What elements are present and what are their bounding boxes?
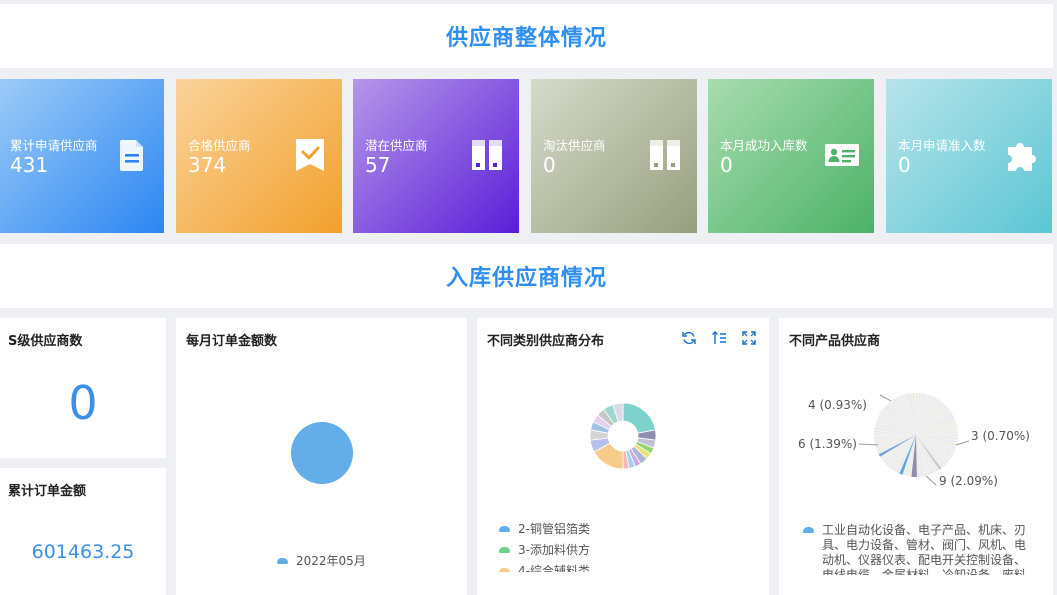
stat-label: 合格供应商 xyxy=(188,138,251,153)
category-distribution-panel: 不同类别供应商分布 2-铜管铝箔类 3-添加料供方 4-综合辅料类 xyxy=(477,318,769,595)
pie-label: 9 (2.09%) xyxy=(939,474,998,488)
total-order-panel: 累计订单金额 601463.25 xyxy=(0,468,166,595)
pie-label: 3 (0.70%) xyxy=(971,429,1030,443)
stat-label: 本月申请准入数 xyxy=(898,138,986,153)
pie-slice[interactable] xyxy=(291,422,353,484)
stat-card-eliminated[interactable]: 淘汰供应商 0 xyxy=(531,79,697,233)
overall-section-title: 供应商整体情况 xyxy=(445,26,607,51)
stat-value: 57 xyxy=(365,153,391,177)
columns-icon xyxy=(650,140,680,170)
stat-value: 0 xyxy=(543,153,556,177)
stat-card-monthly-stored[interactable]: 本月成功入库数 0 xyxy=(708,79,874,233)
legend-item[interactable]: 2022年05月 xyxy=(277,550,366,571)
stat-label: 潜在供应商 xyxy=(365,138,428,153)
pie-label-leader xyxy=(925,475,937,486)
legend-item[interactable]: 2-铜管铝箔类 xyxy=(499,518,590,539)
legend-item[interactable]: 3-添加料供方 xyxy=(499,539,590,560)
id-card-icon xyxy=(825,144,859,166)
stat-card-monthly-applied[interactable]: 本月申请准入数 0 xyxy=(886,79,1052,233)
stat-value: 374 xyxy=(188,153,227,177)
badge-check-icon xyxy=(296,139,324,171)
storage-section-banner: 入库供应商情况 xyxy=(0,244,1053,308)
total-order-amount: 601463.25 xyxy=(31,541,135,563)
s-level-count: 0 xyxy=(68,376,98,430)
monthly-order-panel: 每月订单金额数 2022年05月 xyxy=(176,318,467,595)
stat-value: 431 xyxy=(10,153,49,177)
legend-marker xyxy=(499,546,510,553)
storage-section-title: 入库供应商情况 xyxy=(445,266,607,291)
legend-label: 工业自动化设备、电子产品、机床、刃具、电力设备、管材、阀门、风机、电动机、仪器仪… xyxy=(822,523,1027,575)
pie-label-leader xyxy=(955,440,970,446)
pie-label: 4 (0.93%) xyxy=(808,398,867,412)
stat-card-potential[interactable]: 潜在供应商 57 xyxy=(353,79,519,233)
stat-card-total-applied[interactable]: 累计申请供应商 431 xyxy=(0,79,164,233)
legend-marker xyxy=(499,525,510,532)
legend-item[interactable]: 4-综合辅料类 xyxy=(499,560,590,572)
document-icon xyxy=(120,140,143,171)
stat-label: 累计申请供应商 xyxy=(10,138,98,153)
product-legend: 工业自动化设备、电子产品、机床、刃具、电力设备、管材、阀门、风机、电动机、仪器仪… xyxy=(803,523,1031,575)
pie-label-leader xyxy=(879,394,892,402)
stat-label: 淘汰供应商 xyxy=(543,138,606,153)
monthly-legend: 2022年05月 xyxy=(277,550,366,571)
legend-label: 2022年05月 xyxy=(296,554,366,568)
s-level-title: S级供应商数 xyxy=(8,334,83,349)
pie-slice[interactable] xyxy=(622,402,656,434)
overall-section-banner: 供应商整体情况 xyxy=(0,4,1053,68)
legend-label: 2-铜管铝箔类 xyxy=(518,522,590,536)
legend-marker xyxy=(277,557,288,564)
s-level-panel: S级供应商数 0 xyxy=(0,318,166,458)
stat-value: 0 xyxy=(720,153,733,177)
legend-label: 3-添加料供方 xyxy=(518,543,590,557)
stat-card-qualified[interactable]: 合格供应商 374 xyxy=(176,79,342,233)
puzzle-icon xyxy=(1008,143,1036,171)
legend-marker xyxy=(499,567,510,572)
product-supplier-panel: 不同产品供应商 4 (0.93%) 3 (0.70%) 6 (1.39%) 9 … xyxy=(779,318,1053,595)
stat-value: 0 xyxy=(898,153,911,177)
category-legend: 2-铜管铝箔类 3-添加料供方 4-综合辅料类 xyxy=(499,518,590,572)
total-order-title: 累计订单金额 xyxy=(8,484,87,499)
legend-marker xyxy=(803,527,814,533)
columns-icon xyxy=(472,140,502,170)
pie-label: 6 (1.39%) xyxy=(798,437,857,451)
legend-label: 4-综合辅料类 xyxy=(518,564,590,572)
stat-label: 本月成功入库数 xyxy=(720,138,808,153)
